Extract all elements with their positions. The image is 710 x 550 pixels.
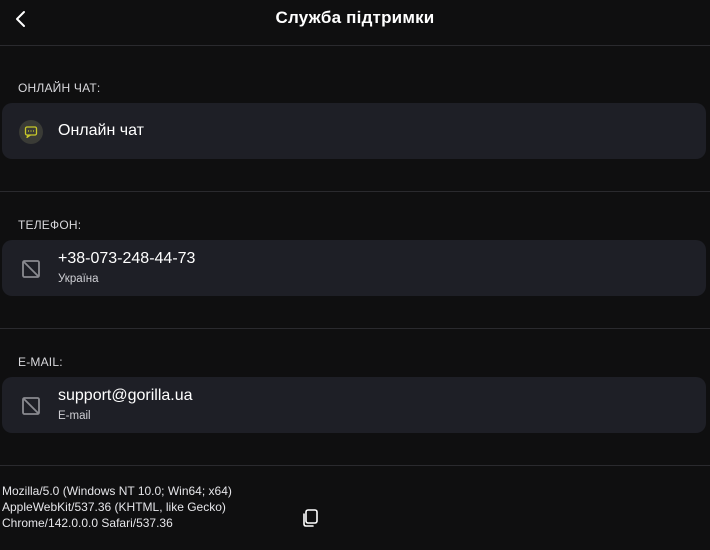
- chat-icon-wrapper: [19, 120, 43, 144]
- divider: [0, 191, 710, 192]
- copy-icon: [303, 509, 318, 527]
- email-item[interactable]: support@gorilla.ua E-mail: [2, 377, 706, 433]
- section-label-phone: ТЕЛЕФОН:: [18, 218, 82, 232]
- email-type-label: E-mail: [58, 410, 91, 422]
- chat-icon: [19, 120, 43, 144]
- section-label-email: E-MAIL:: [18, 355, 63, 369]
- copy-button[interactable]: [299, 507, 321, 529]
- divider: [0, 465, 710, 466]
- email-address: support@gorilla.ua: [58, 387, 193, 404]
- phone-number: +38-073-248-44-73: [58, 250, 196, 267]
- no-image-icon: [19, 257, 43, 281]
- header: Служба підтримки: [0, 0, 710, 46]
- phone-country: Україна: [58, 273, 99, 285]
- user-agent-line: Chrome/142.0.0.0 Safari/537.36: [2, 516, 173, 530]
- online-chat-label: Онлайн чат: [58, 122, 144, 139]
- section-label-chat: ОНЛАЙН ЧАТ:: [18, 81, 101, 95]
- phone-item[interactable]: +38-073-248-44-73 Україна: [2, 240, 706, 296]
- online-chat-item[interactable]: Онлайн чат: [2, 103, 706, 159]
- no-image-icon: [19, 394, 43, 418]
- divider: [0, 328, 710, 329]
- user-agent-line: AppleWebKit/537.36 (KHTML, like Gecko): [2, 500, 226, 514]
- user-agent-line: Mozilla/5.0 (Windows NT 10.0; Win64; x64…: [2, 484, 232, 498]
- page-title: Служба підтримки: [275, 8, 435, 27]
- user-agent-text: Mozilla/5.0 (Windows NT 10.0; Win64; x64…: [2, 483, 232, 531]
